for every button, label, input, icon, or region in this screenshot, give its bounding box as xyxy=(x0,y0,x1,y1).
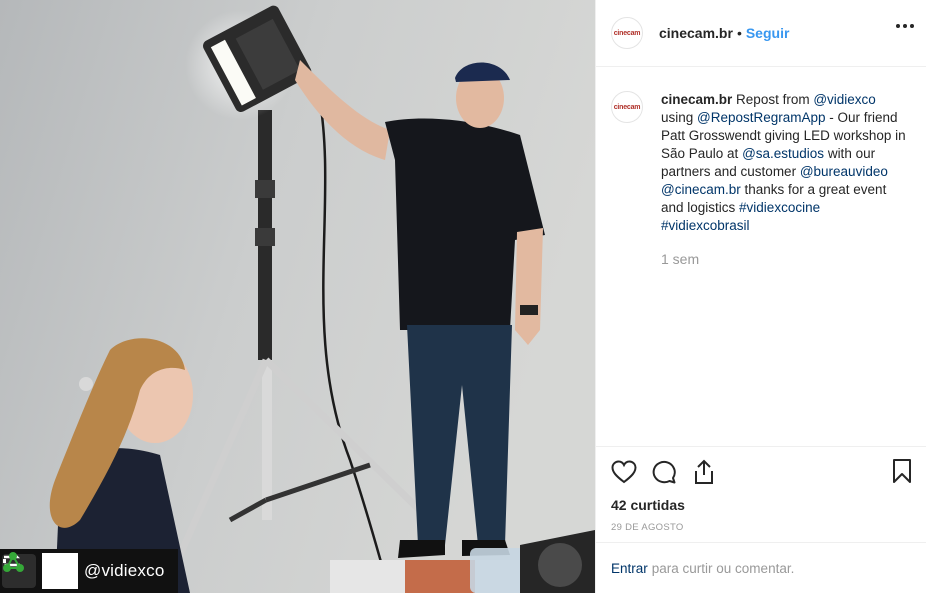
caption-segments: Repost from @vidiexco using @RepostRegra… xyxy=(661,92,906,233)
mention-link[interactable]: @sa.estudios xyxy=(742,146,824,161)
mention-link[interactable]: @bureauvideo xyxy=(800,164,888,179)
mention-link[interactable]: @vidiexco xyxy=(813,92,875,107)
avatar-logo-text: cinecam xyxy=(613,29,641,37)
more-options-icon[interactable] xyxy=(896,24,914,28)
hashtag-link[interactable]: #vidiexcocine xyxy=(739,200,820,215)
comment-bubble-icon[interactable] xyxy=(651,459,677,485)
login-link[interactable]: Entrar xyxy=(611,561,648,576)
header-username[interactable]: cinecam.br xyxy=(659,25,733,41)
save-bookmark-icon[interactable] xyxy=(892,459,912,488)
likes-count[interactable]: 42 curtidas xyxy=(611,497,912,513)
actions-row xyxy=(611,457,912,487)
header-separator: • xyxy=(736,25,742,41)
caption-text-segment: using xyxy=(661,110,698,125)
post-photo[interactable]: @vidiexco xyxy=(0,0,595,593)
post-side-panel: cinecam cinecam.br • Seguir cinecam cine… xyxy=(595,0,926,593)
post-date[interactable]: 29 DE AGOSTO xyxy=(611,522,912,533)
caption-time[interactable]: 1 sem xyxy=(661,251,911,267)
caption-username[interactable]: cinecam.br xyxy=(661,92,732,107)
comment-prompt: para curtir ou comentar. xyxy=(651,560,795,576)
share-icon[interactable] xyxy=(691,459,717,485)
mention-link[interactable]: @RepostRegramApp xyxy=(697,110,826,125)
post-header: cinecam cinecam.br • Seguir xyxy=(596,0,926,67)
like-heart-icon[interactable] xyxy=(611,459,637,485)
caption-text-segment: Repost from xyxy=(732,92,814,107)
avatar-logo-text: cinecam xyxy=(613,103,641,111)
caption: cinecam cinecam.br Repost from @vidiexco… xyxy=(611,91,911,267)
actions-section: 42 curtidas 29 DE AGOSTO xyxy=(596,446,926,542)
avatar[interactable]: cinecam xyxy=(611,17,643,49)
repost-handle: @vidiexco xyxy=(84,561,165,580)
caption-text: cinecam.br Repost from @vidiexco using @… xyxy=(661,91,911,235)
caption-avatar[interactable]: cinecam xyxy=(611,91,643,123)
comment-box: Entrar para curtir ou comentar. xyxy=(596,542,926,593)
mention-link[interactable]: @cinecam.br xyxy=(661,182,741,197)
hashtag-link[interactable]: #vidiexcobrasil xyxy=(661,218,750,233)
follow-button[interactable]: Seguir xyxy=(746,25,790,41)
repost-watermark: @vidiexco xyxy=(0,549,178,593)
repost-source-avatar xyxy=(3,552,78,589)
caption-body: cinecam.br Repost from @vidiexco using @… xyxy=(661,91,911,267)
comments-area: cinecam cinecam.br Repost from @vidiexco… xyxy=(596,67,926,445)
photo-scene xyxy=(0,0,595,593)
